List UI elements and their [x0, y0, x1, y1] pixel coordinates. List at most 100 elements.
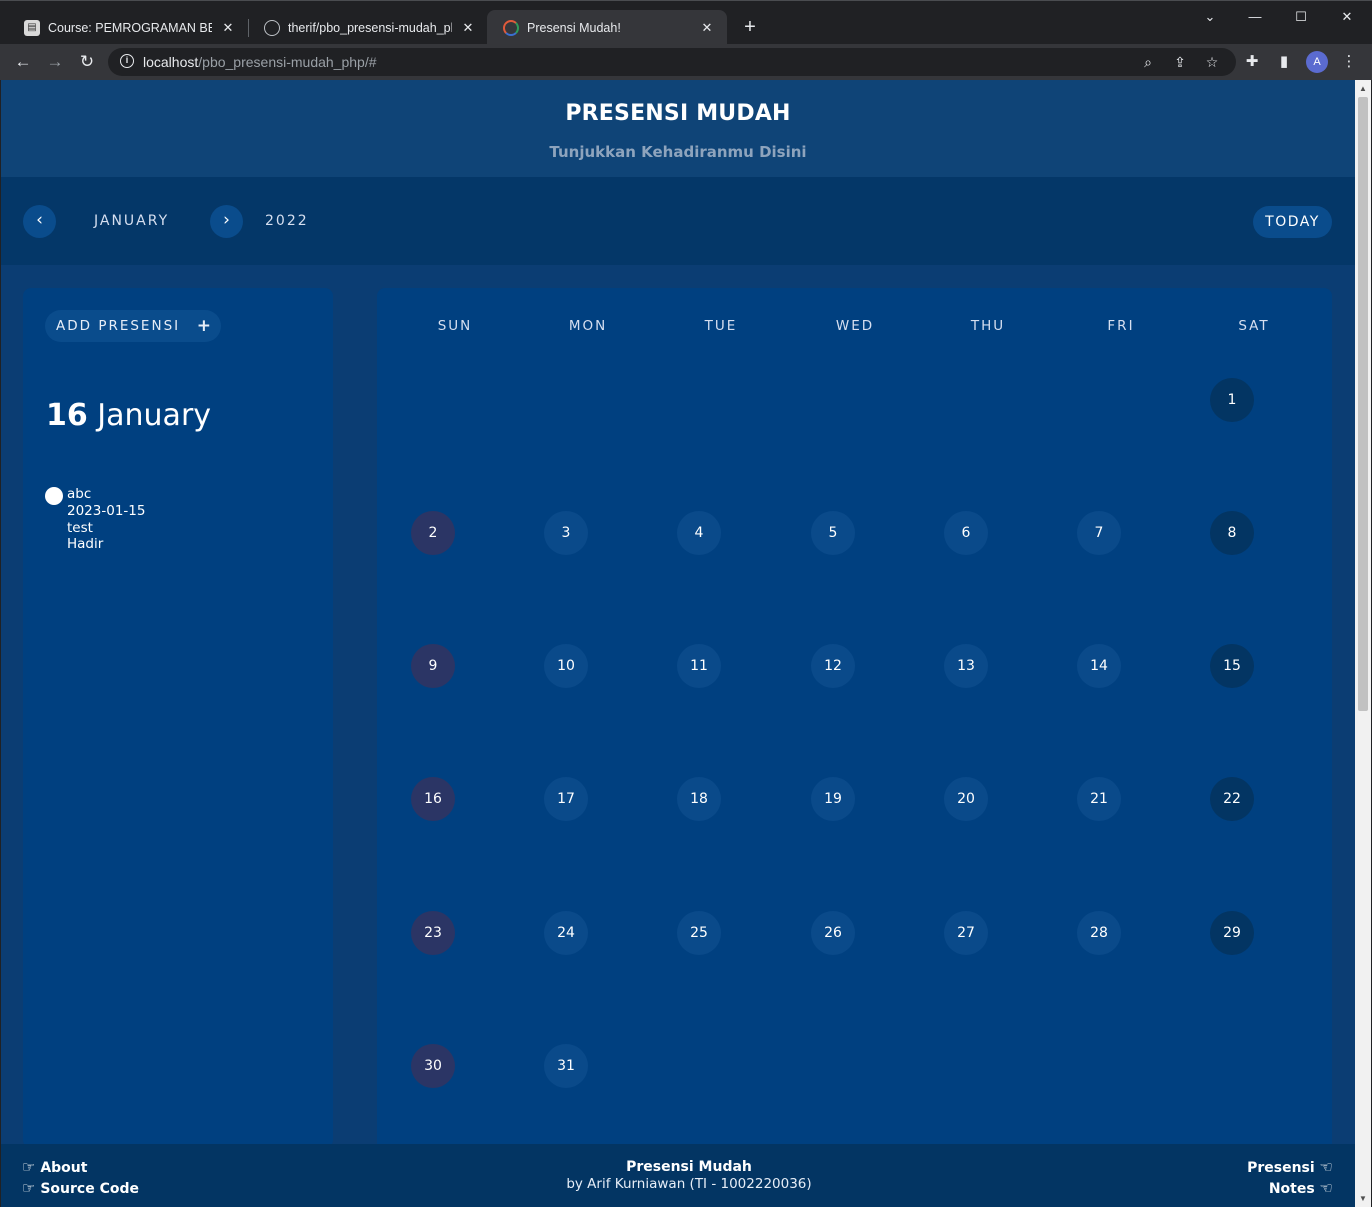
pointing-hand-icon: ☜: [1319, 1179, 1333, 1197]
next-month-button[interactable]: ›: [210, 205, 243, 238]
footer-credit: Presensi Mudah by Arif Kurniawan (TI - 1…: [1, 1159, 1355, 1192]
calendar-day-19[interactable]: 19: [811, 777, 855, 821]
window-close-icon[interactable]: ✕: [1337, 7, 1357, 27]
page-subtitle: Tunjukkan Kehadiranmu Disini: [549, 143, 807, 161]
plus-icon: +: [196, 316, 211, 336]
side-panel-icon[interactable]: ▮: [1273, 51, 1295, 73]
bookmark-star-icon[interactable]: ☆: [1202, 52, 1222, 72]
chevron-right-icon: ›: [223, 210, 230, 230]
weekday-sat: SAT: [1238, 318, 1270, 334]
back-icon[interactable]: ←: [10, 49, 36, 75]
url-path: /pbo_presensi-mudah_php/#: [198, 54, 377, 70]
tab-search-icon[interactable]: ⌄: [1200, 7, 1220, 27]
zoom-icon[interactable]: ⌕: [1138, 52, 1158, 72]
chevron-left-icon: ‹: [36, 210, 43, 230]
calendar-day-31[interactable]: 31: [544, 1044, 588, 1088]
browser-toolbar: ← → ↻ i localhost/pbo_presensi-mudah_php…: [0, 44, 1372, 80]
calendar-day-22[interactable]: 22: [1210, 777, 1254, 821]
calendar-day-15[interactable]: 15: [1210, 644, 1254, 688]
calendar-day-3[interactable]: 3: [544, 511, 588, 555]
forward-icon[interactable]: →: [42, 49, 68, 75]
event-note: test: [67, 519, 93, 536]
calendar-day-10[interactable]: 10: [544, 644, 588, 688]
url-text[interactable]: localhost/pbo_presensi-mudah_php/#: [143, 54, 377, 70]
menu-kebab-icon[interactable]: ⋮: [1338, 51, 1360, 73]
info-icon[interactable]: i: [120, 54, 134, 68]
page-scrollbar[interactable]: ▲ ▼: [1355, 80, 1371, 1207]
calendar-day-5[interactable]: 5: [811, 511, 855, 555]
calendar-day-2[interactable]: 2: [411, 511, 455, 555]
notes-label: Notes: [1268, 1181, 1315, 1197]
url-host: localhost: [143, 54, 199, 70]
calendar-day-6[interactable]: 6: [944, 511, 988, 555]
calendar-day-8[interactable]: 8: [1210, 511, 1254, 555]
calendar-day-4[interactable]: 4: [677, 511, 721, 555]
event-name: abc: [67, 486, 92, 502]
calendar-day-17[interactable]: 17: [544, 777, 588, 821]
presensi-link[interactable]: Presensi ☜: [1247, 1158, 1333, 1176]
weekday-sun: SUN: [437, 318, 473, 334]
calendar-day-28[interactable]: 28: [1077, 911, 1121, 955]
calendar-day-27[interactable]: 27: [944, 911, 988, 955]
close-icon[interactable]: ✕: [699, 20, 715, 36]
calendar-day-24[interactable]: 24: [544, 911, 588, 955]
calendar-day-9[interactable]: 9: [411, 644, 455, 688]
new-tab-icon[interactable]: +: [740, 15, 760, 39]
weekday-thu: THU: [970, 318, 1006, 334]
reload-icon[interactable]: ↻: [74, 49, 100, 75]
maximize-icon[interactable]: ☐: [1291, 7, 1311, 27]
event-date: 2023-01-15: [67, 502, 146, 519]
calendar-day-14[interactable]: 14: [1077, 644, 1121, 688]
selected-month: January: [97, 398, 212, 433]
calendar-day-21[interactable]: 21: [1077, 777, 1121, 821]
tab-label: therif/pbo_presensi-mudah_php:: [288, 20, 452, 35]
notes-link[interactable]: Notes ☜: [1269, 1179, 1333, 1197]
calendar-day-11[interactable]: 11: [677, 644, 721, 688]
calendar-day-13[interactable]: 13: [944, 644, 988, 688]
spinner-icon: [503, 19, 519, 36]
tab-label: Course: PEMROGRAMAN BERORI: [48, 20, 212, 35]
prev-month-button[interactable]: ‹: [23, 205, 56, 238]
github-icon: [264, 19, 280, 36]
scroll-thumb[interactable]: [1358, 97, 1368, 711]
calendar-day-7[interactable]: 7: [1077, 511, 1121, 555]
tab-label: Presensi Mudah!: [527, 20, 621, 35]
address-bar[interactable]: i localhost/pbo_presensi-mudah_php/# ⌕ ⇪…: [108, 48, 1236, 76]
scroll-up-icon[interactable]: ▲: [1359, 84, 1367, 93]
browser-titlebar: ▤ Course: PEMROGRAMAN BERORI ✕ therif/pb…: [0, 0, 1372, 45]
today-button[interactable]: TODAY: [1253, 206, 1332, 238]
profile-avatar[interactable]: A: [1306, 51, 1328, 73]
tab-course[interactable]: ▤ Course: PEMROGRAMAN BERORI ✕: [8, 10, 248, 45]
tab-presensi-mudah[interactable]: Presensi Mudah! ✕: [487, 10, 727, 45]
calendar-day-1[interactable]: 1: [1210, 378, 1254, 422]
month-label: JANUARY: [94, 213, 170, 229]
page-header: PRESENSI MUDAH Tunjukkan Kehadiranmu Dis…: [1, 80, 1355, 177]
year-label: 2022: [265, 213, 309, 229]
event-status: Hadir: [67, 536, 104, 553]
calendar-day-25[interactable]: 25: [677, 911, 721, 955]
pointing-hand-icon: ☜: [1319, 1158, 1333, 1176]
close-icon[interactable]: ✕: [460, 20, 476, 36]
weekday-tue: TUE: [704, 318, 738, 334]
close-icon[interactable]: ✕: [220, 20, 236, 36]
calendar-day-18[interactable]: 18: [677, 777, 721, 821]
add-presensi-label: ADD PRESENSI: [56, 318, 181, 334]
calendar-day-26[interactable]: 26: [811, 911, 855, 955]
add-presensi-button[interactable]: ADD PRESENSI +: [45, 310, 221, 342]
calendar-day-16[interactable]: 16: [411, 777, 455, 821]
calendar-day-23[interactable]: 23: [411, 911, 455, 955]
moodle-icon: ▤: [24, 19, 40, 36]
calendar-day-30[interactable]: 30: [411, 1044, 455, 1088]
page-title: PRESENSI MUDAH: [565, 101, 791, 126]
weekday-fri: FRI: [1107, 318, 1135, 334]
weekday-wed: WED: [835, 318, 875, 334]
page: PRESENSI MUDAH Tunjukkan Kehadiranmu Dis…: [1, 80, 1355, 1207]
share-icon[interactable]: ⇪: [1170, 52, 1190, 72]
extensions-icon[interactable]: ✚: [1241, 51, 1263, 73]
tab-github[interactable]: therif/pbo_presensi-mudah_php: ✕: [248, 10, 488, 45]
minimize-icon[interactable]: —: [1245, 7, 1265, 27]
calendar-day-29[interactable]: 29: [1210, 911, 1254, 955]
calendar-day-12[interactable]: 12: [811, 644, 855, 688]
calendar-day-20[interactable]: 20: [944, 777, 988, 821]
scroll-down-icon[interactable]: ▼: [1359, 1194, 1367, 1203]
